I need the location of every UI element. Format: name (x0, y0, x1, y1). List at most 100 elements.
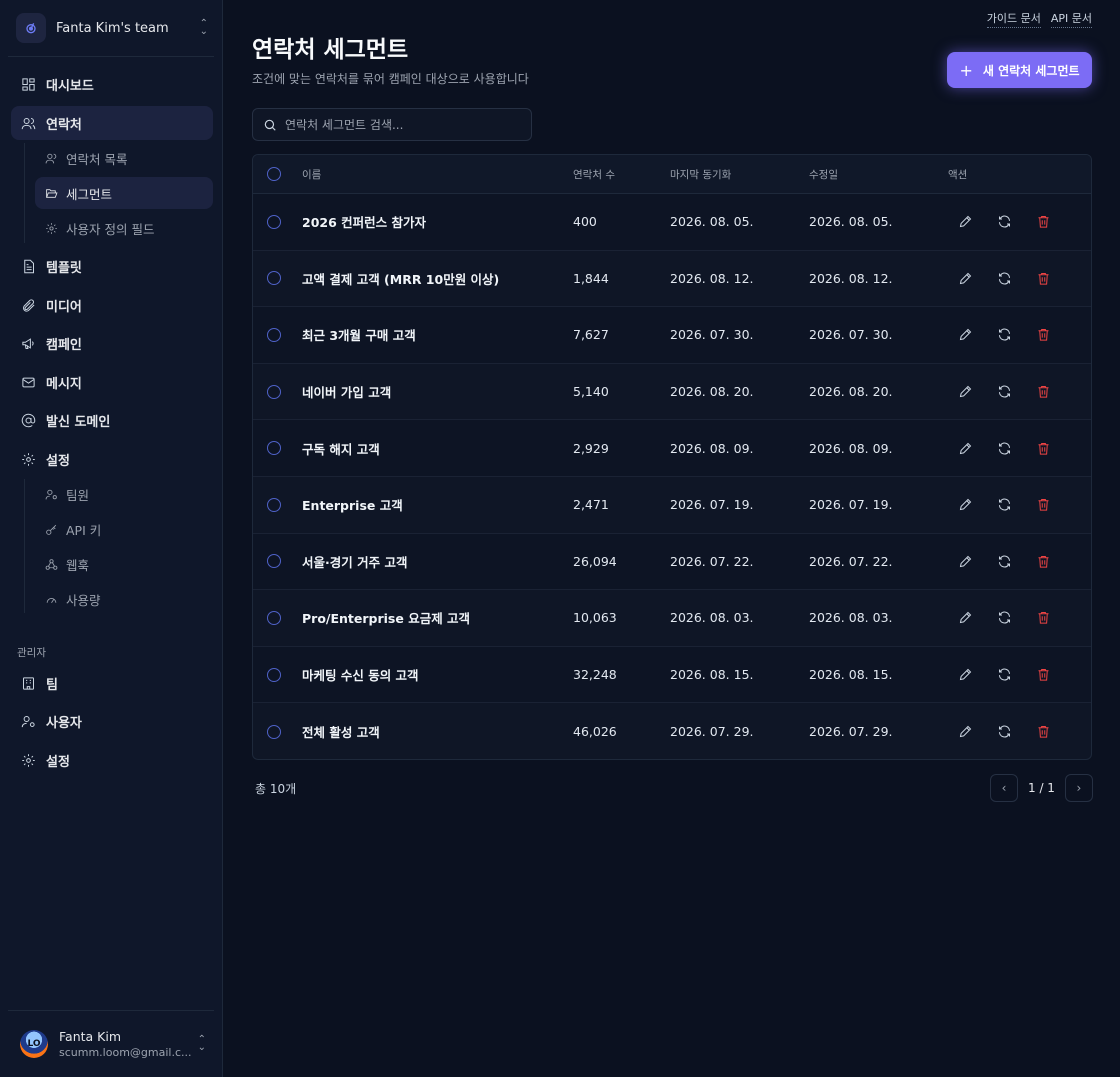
sidebar-item-usage[interactable]: 사용량 (35, 583, 213, 615)
sync-button[interactable] (993, 324, 1015, 346)
delete-button[interactable] (1032, 267, 1054, 289)
prev-page-button[interactable]: ‹ (990, 774, 1018, 802)
edit-button[interactable] (954, 607, 976, 629)
row-actions (948, 607, 1088, 629)
search-input[interactable] (285, 117, 531, 132)
sidebar-item-webhooks[interactable]: 웹훅 (35, 548, 213, 580)
contact-count: 5,140 (573, 384, 609, 400)
sync-button[interactable] (993, 550, 1015, 572)
sidebar-item-admin-users[interactable]: 사용자 (11, 704, 213, 738)
delete-button[interactable] (1032, 607, 1054, 629)
modified-date: 2026. 08. 03. (809, 610, 893, 626)
user-menu[interactable]: LO Fanta Kim scumm.loom@gmail.c... ⌃ ⌄ (8, 1018, 216, 1070)
delete-button[interactable] (1032, 494, 1054, 516)
sync-button[interactable] (993, 494, 1015, 516)
sidebar-item-label: 팀 (46, 677, 58, 693)
api-docs-link[interactable]: API 문서 (1050, 10, 1092, 28)
refresh-icon (998, 498, 1010, 511)
delete-button[interactable] (1032, 437, 1054, 459)
search-box[interactable] (252, 108, 532, 141)
delete-button[interactable] (1032, 211, 1054, 233)
column-header-modified[interactable]: 수정일 (809, 167, 948, 182)
sync-button[interactable] (993, 664, 1015, 686)
table-row[interactable]: Enterprise 고객 2,471 2026. 07. 19. 2026. 07.… (253, 477, 1091, 534)
sidebar-item-contacts[interactable]: 연락처 (11, 106, 213, 140)
next-page-button[interactable]: › (1064, 774, 1093, 802)
sidebar-item-media[interactable]: 미디어 (11, 288, 213, 322)
row-checkbox[interactable] (267, 441, 281, 456)
column-header-last-synced[interactable]: 마지막 동기화 (670, 167, 809, 182)
table-row[interactable]: 서울·경기 거주 고객 26,094 2026. 07. 22. 2026. 07. … (253, 533, 1091, 591)
pencil-icon (959, 329, 971, 341)
guide-docs-link[interactable]: 가이드 문서 (986, 10, 1041, 28)
sidebar-item-members[interactable]: 팀원 (35, 478, 213, 510)
table-row[interactable]: 고액 결제 고객 (MRR 10만원 이상) 1,844 2026. 08. 12.… (253, 251, 1091, 308)
table-row[interactable]: 구독 해지 고객 2,929 2026. 08. 09. 2026. 08. 09. (253, 420, 1091, 477)
table-row[interactable]: Pro/Enterprise 요금제 고객 10,063 2026. 08. 03.… (253, 590, 1091, 647)
edit-button[interactable] (954, 211, 976, 233)
pencil-icon (959, 499, 971, 511)
edit-button[interactable] (954, 437, 976, 459)
row-checkbox[interactable] (267, 214, 281, 229)
sync-button[interactable] (993, 721, 1015, 743)
sidebar-item-dashboard[interactable]: 대시보드 (11, 67, 213, 101)
new-segment-button[interactable]: + 새 연락처 세그먼트 (947, 52, 1092, 88)
delete-button[interactable] (1032, 550, 1054, 572)
edit-button[interactable] (954, 494, 976, 516)
table-row[interactable]: 마케팅 수신 동의 고객 32,248 2026. 08. 15. 2026. 08.… (253, 646, 1091, 704)
refresh-icon (998, 612, 1010, 624)
row-checkbox[interactable] (267, 610, 281, 625)
sync-button[interactable] (993, 381, 1015, 403)
edit-button[interactable] (954, 381, 976, 403)
row-actions (948, 550, 1088, 572)
sidebar-item-campaigns[interactable]: 캠페인 (11, 326, 213, 360)
delete-button[interactable] (1032, 324, 1054, 346)
sidebar-item-custom-fields[interactable]: 사용자 정의 필드 (35, 212, 213, 244)
sidebar-item-admin-settings[interactable]: 설정 (11, 743, 213, 777)
sidebar-item-contact-list[interactable]: 연락처 목록 (35, 142, 213, 174)
sidebar-item-templates[interactable]: 템플릿 (11, 249, 213, 283)
row-actions (948, 267, 1088, 289)
edit-button[interactable] (954, 267, 976, 289)
paperclip-icon (23, 298, 35, 312)
row-checkbox[interactable] (267, 554, 281, 569)
column-header-count[interactable]: 연락처 수 (573, 167, 670, 182)
row-checkbox[interactable] (267, 667, 281, 682)
sidebar-item-messages[interactable]: 메시지 (11, 365, 213, 399)
column-header-name[interactable]: 이름 (302, 167, 573, 182)
sync-button[interactable] (993, 267, 1015, 289)
sync-button[interactable] (993, 437, 1015, 459)
table-row[interactable]: 최근 3개월 구매 고객 7,627 2026. 07. 30. 2026. 07. … (253, 307, 1091, 364)
edit-button[interactable] (954, 324, 976, 346)
new-segment-label: 새 연락처 세그먼트 (982, 63, 1080, 78)
delete-button[interactable] (1032, 664, 1054, 686)
pencil-icon (959, 612, 971, 624)
submenu-line (24, 143, 25, 243)
sidebar-item-label: 웹훅 (66, 557, 90, 573)
row-checkbox[interactable] (267, 271, 281, 286)
row-checkbox[interactable] (267, 327, 281, 342)
team-switcher[interactable]: Fanta Kim's team ⌃ ⌄ (8, 8, 216, 48)
sidebar-item-admin-teams[interactable]: 팀 (11, 666, 213, 700)
edit-button[interactable] (954, 721, 976, 743)
edit-button[interactable] (954, 550, 976, 572)
sync-button[interactable] (993, 211, 1015, 233)
sidebar-item-sending-domains[interactable]: 발신 도메인 (11, 403, 213, 437)
row-checkbox[interactable] (267, 384, 281, 399)
row-checkbox[interactable] (267, 724, 281, 739)
sidebar-item-settings[interactable]: 설정 (11, 442, 213, 476)
segments-table: 이름 연락처 수 마지막 동기화 수정일 액션 2026 컨퍼런스 참가자 400… (252, 154, 1092, 760)
delete-button[interactable] (1032, 721, 1054, 743)
table-row[interactable]: 전체 활성 고객 46,026 2026. 07. 29. 2026. 07. 29. (253, 703, 1091, 759)
sidebar-item-segments[interactable]: 세그먼트 (35, 177, 213, 209)
table-row[interactable]: 2026 컨퍼런스 참가자 400 2026. 08. 05. 2026. 08. 0… (253, 194, 1091, 251)
edit-button[interactable] (954, 664, 976, 686)
segment-name: Pro/Enterprise 요금제 고객 (302, 611, 471, 627)
table-row[interactable]: 네이버 가입 고객 5,140 2026. 08. 20. 2026. 08. 20. (253, 364, 1091, 421)
sync-button[interactable] (993, 607, 1015, 629)
trash-icon (1038, 612, 1048, 625)
delete-button[interactable] (1032, 381, 1054, 403)
select-all-checkbox[interactable] (267, 167, 281, 181)
sidebar-item-api-keys[interactable]: API 키 (35, 513, 213, 545)
row-checkbox[interactable] (267, 497, 281, 512)
